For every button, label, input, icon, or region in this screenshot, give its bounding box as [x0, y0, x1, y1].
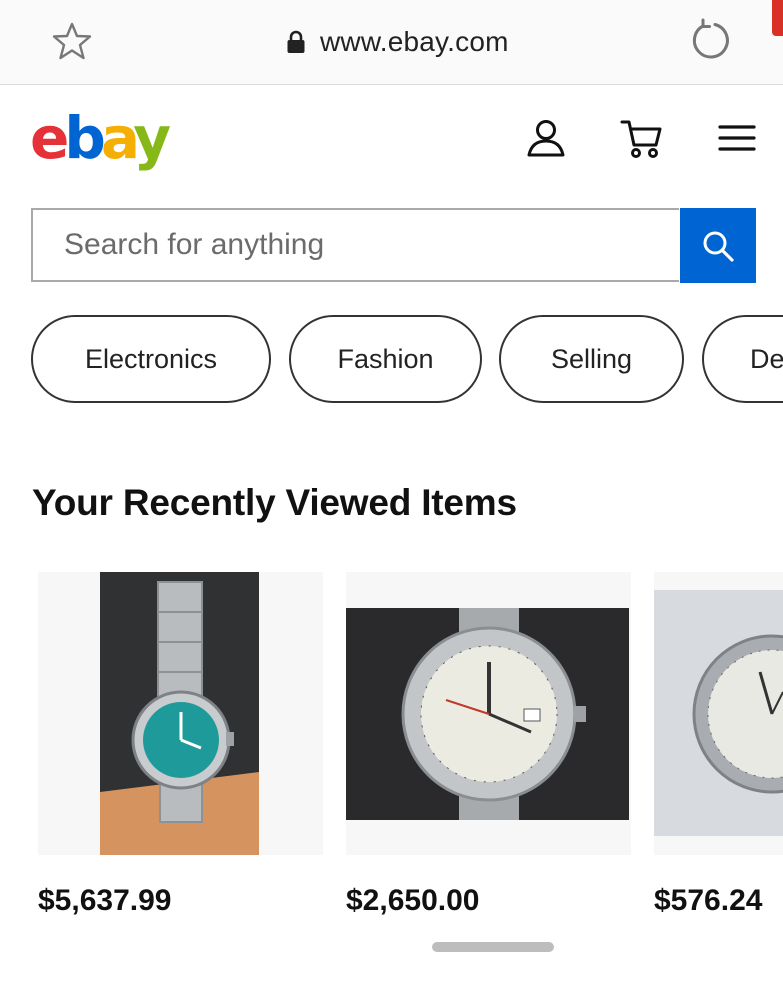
user-icon[interactable] — [526, 118, 566, 158]
category-pill-deals[interactable]: De — [702, 315, 783, 403]
watch-photo — [100, 572, 259, 855]
item-price: $2,650.00 — [346, 884, 480, 917]
star-icon[interactable] — [52, 21, 92, 61]
search-input[interactable] — [64, 210, 664, 280]
category-pill-fashion[interactable]: Fashion — [289, 315, 482, 403]
reload-icon[interactable] — [688, 17, 734, 63]
watch-photo — [654, 590, 783, 836]
category-pill-label: De — [750, 343, 783, 374]
ebay-logo[interactable]: ebay — [30, 106, 171, 170]
notification-tab — [772, 0, 783, 36]
category-pill-electronics[interactable]: Electronics — [31, 315, 271, 403]
item-image[interactable] — [38, 572, 323, 855]
item-image[interactable] — [346, 572, 631, 855]
url-text: www.ebay.com — [320, 26, 509, 57]
category-pill-label: Electronics — [84, 343, 218, 374]
menu-icon[interactable] — [718, 122, 756, 154]
search-button[interactable] — [680, 208, 756, 283]
search-bar — [31, 208, 679, 282]
cart-icon[interactable] — [620, 118, 664, 160]
item-image[interactable] — [654, 572, 783, 855]
category-pill-label: Selling — [550, 343, 633, 374]
home-indicator[interactable] — [432, 942, 554, 952]
category-pill-selling[interactable]: Selling — [499, 315, 684, 403]
category-pills: Electronics Fashion Selling De — [0, 315, 783, 407]
category-pill-label: Fashion — [337, 343, 434, 374]
url-field[interactable]: www.ebay.com — [286, 22, 509, 62]
item-price: $5,637.99 — [38, 884, 172, 917]
lock-icon — [287, 30, 305, 53]
browser-address-bar: www.ebay.com — [0, 0, 783, 85]
search-icon — [703, 231, 734, 262]
watch-photo — [346, 608, 629, 820]
item-price: $576.24 — [654, 884, 763, 917]
section-title: Your Recently Viewed Items — [32, 482, 517, 523]
